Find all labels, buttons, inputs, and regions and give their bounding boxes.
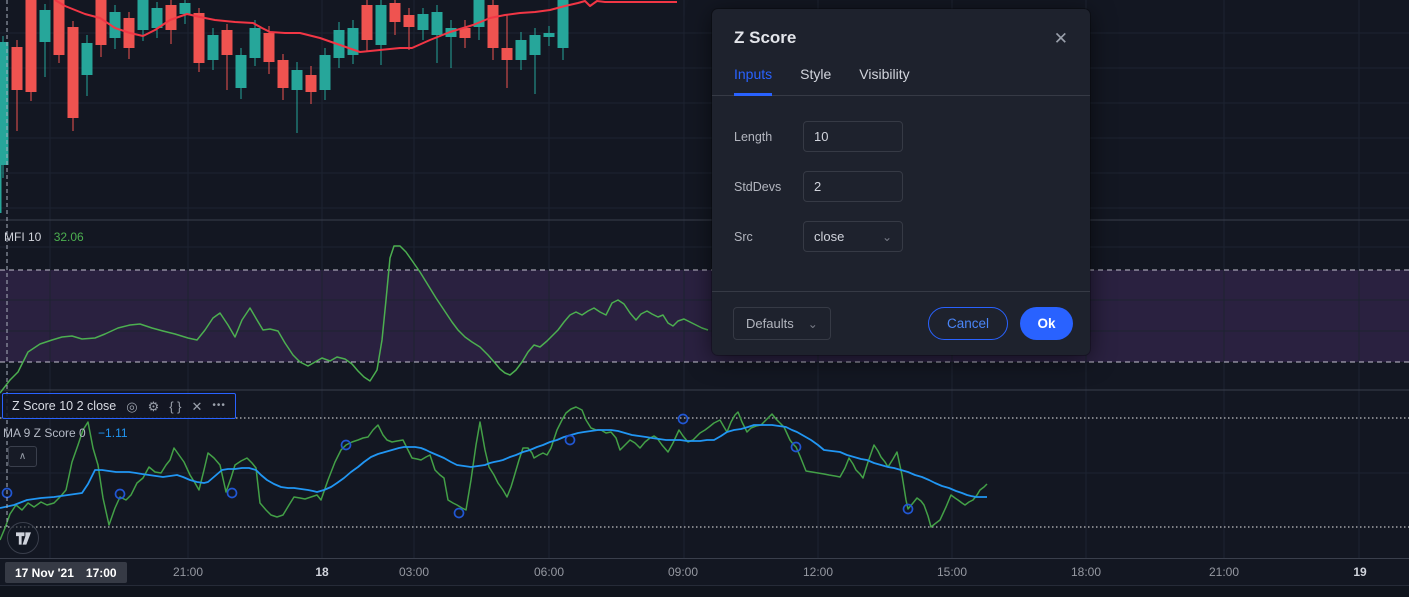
candle-body — [543, 33, 555, 37]
ma-status-label: MA 9 Z Score 0 — [3, 426, 86, 440]
candle-body — [389, 3, 401, 22]
more-icon[interactable]: ••• — [212, 401, 226, 411]
cross-marker — [226, 487, 238, 499]
stddevs-label: StdDevs — [734, 179, 782, 194]
cancel-button[interactable]: Cancel — [928, 307, 1008, 340]
time-label: 09:00 — [667, 565, 699, 579]
src-row: Src close ⌄ — [734, 221, 1068, 252]
time-label: 19 — [1353, 565, 1367, 579]
chevron-down-icon: ⌄ — [881, 229, 892, 244]
zscore-legend-title: Z Score 10 2 close — [12, 399, 117, 413]
stddevs-input[interactable] — [803, 171, 903, 202]
candle-body — [291, 70, 303, 90]
length-row: Length — [734, 121, 1068, 152]
candle-body — [277, 60, 289, 88]
candle-body — [403, 15, 415, 27]
mfi-legend[interactable]: MFI 10 32.06 — [4, 230, 84, 244]
tab-visibility[interactable]: Visibility — [859, 60, 909, 95]
time-label: 21:00 — [1208, 565, 1240, 579]
length-input[interactable] — [803, 121, 903, 152]
candle-body — [319, 55, 331, 90]
time-label: 12:00 — [802, 565, 834, 579]
candle-body — [25, 0, 37, 92]
src-select-value: close — [814, 229, 845, 244]
candle-body — [515, 40, 527, 60]
dialog-footer: Defaults ⌄ Cancel Ok — [712, 291, 1090, 355]
ok-button[interactable]: Ok — [1020, 307, 1073, 340]
candle-body — [53, 0, 65, 55]
candle-body — [95, 0, 107, 45]
stddevs-row: StdDevs — [734, 171, 1068, 202]
dialog-title: Z Score — [734, 28, 797, 47]
candle-body — [417, 14, 429, 30]
candle-body — [137, 0, 149, 30]
dialog-tabs: Inputs Style Visibility — [712, 60, 1090, 96]
candle-body — [263, 33, 275, 62]
zscore-legend-toolbar[interactable]: Z Score 10 2 close ◎ ⚙ { } ✕ ••• — [2, 393, 236, 419]
dialog-body: Length StdDevs Src close ⌄ — [712, 96, 1090, 252]
cross-marker — [453, 507, 465, 519]
bottom-edge-strip — [0, 585, 1409, 597]
chart-canvas[interactable] — [0, 0, 1409, 596]
mfi-band — [0, 270, 1409, 362]
time-label: 21:00 — [172, 565, 204, 579]
candle-body — [39, 10, 51, 42]
dialog-close-icon[interactable]: ✕ — [1054, 30, 1068, 47]
candle-body — [249, 28, 261, 58]
time-label: 18 — [315, 565, 329, 579]
gear-icon[interactable]: ⚙ — [148, 400, 160, 413]
mfi-legend-value: 32.06 — [53, 230, 84, 244]
time-label: 03:00 — [398, 565, 430, 579]
time-label: 15:00 — [936, 565, 968, 579]
candle-body — [487, 5, 499, 48]
dialog-header: Z Score ✕ — [712, 9, 1090, 60]
tradingview-logo[interactable] — [7, 522, 39, 554]
src-label: Src — [734, 229, 753, 244]
chevron-down-icon: ⌄ — [807, 316, 818, 331]
dialog-actions: Cancel Ok — [928, 307, 1073, 340]
candle-body — [431, 12, 443, 35]
pane-collapse-button[interactable]: ∧ — [8, 446, 37, 467]
tab-style[interactable]: Style — [800, 60, 831, 95]
candle-body — [0, 42, 9, 165]
eye-icon[interactable]: ◎ — [126, 400, 137, 413]
candle-body — [305, 75, 317, 92]
defaults-label: Defaults — [746, 316, 794, 331]
tab-inputs[interactable]: Inputs — [734, 60, 773, 96]
candle-body — [501, 48, 513, 60]
candle-body — [529, 35, 541, 55]
src-select[interactable]: close ⌄ — [803, 221, 903, 252]
candle-body — [235, 55, 247, 88]
time-label: 06:00 — [533, 565, 565, 579]
length-label: Length — [734, 129, 773, 144]
candle-body — [11, 47, 23, 90]
chevron-up-icon: ∧ — [18, 451, 27, 462]
candle-body — [221, 30, 233, 55]
cross-marker — [677, 413, 689, 425]
crosshair-time-badge: 17 Nov '21 17:00 — [5, 562, 127, 583]
defaults-dropdown[interactable]: Defaults ⌄ — [733, 307, 831, 340]
candle-body — [361, 5, 373, 40]
candle-body — [193, 13, 205, 63]
close-icon[interactable]: ✕ — [192, 400, 203, 413]
ma-status-value: −1.11 — [98, 426, 128, 440]
indicator-settings-dialog: Z Score ✕ Inputs Style Visibility Length… — [712, 9, 1090, 355]
crosshair-date: 17 Nov '21 — [15, 565, 74, 580]
time-axis[interactable]: 17 Nov '21 17:00 21:00 18 03:00 06:00 09:00 1… — [0, 558, 1409, 586]
source-code-icon[interactable]: { } — [169, 400, 181, 413]
tv-monogram-icon — [15, 532, 31, 545]
crosshair-time: 17:00 — [85, 565, 117, 580]
ma-status-line[interactable]: MA 9 Z Score 0 −1.11 — [3, 426, 128, 440]
candle-body — [179, 3, 191, 14]
candle-body — [207, 35, 219, 60]
cross-marker — [564, 434, 576, 446]
candle-body — [67, 27, 79, 118]
zscore-ma-line — [0, 424, 987, 509]
time-label: 18:00 — [1070, 565, 1102, 579]
candle-body — [375, 5, 387, 45]
mfi-legend-title: MFI 10 — [4, 230, 42, 244]
candle-body — [81, 43, 93, 75]
